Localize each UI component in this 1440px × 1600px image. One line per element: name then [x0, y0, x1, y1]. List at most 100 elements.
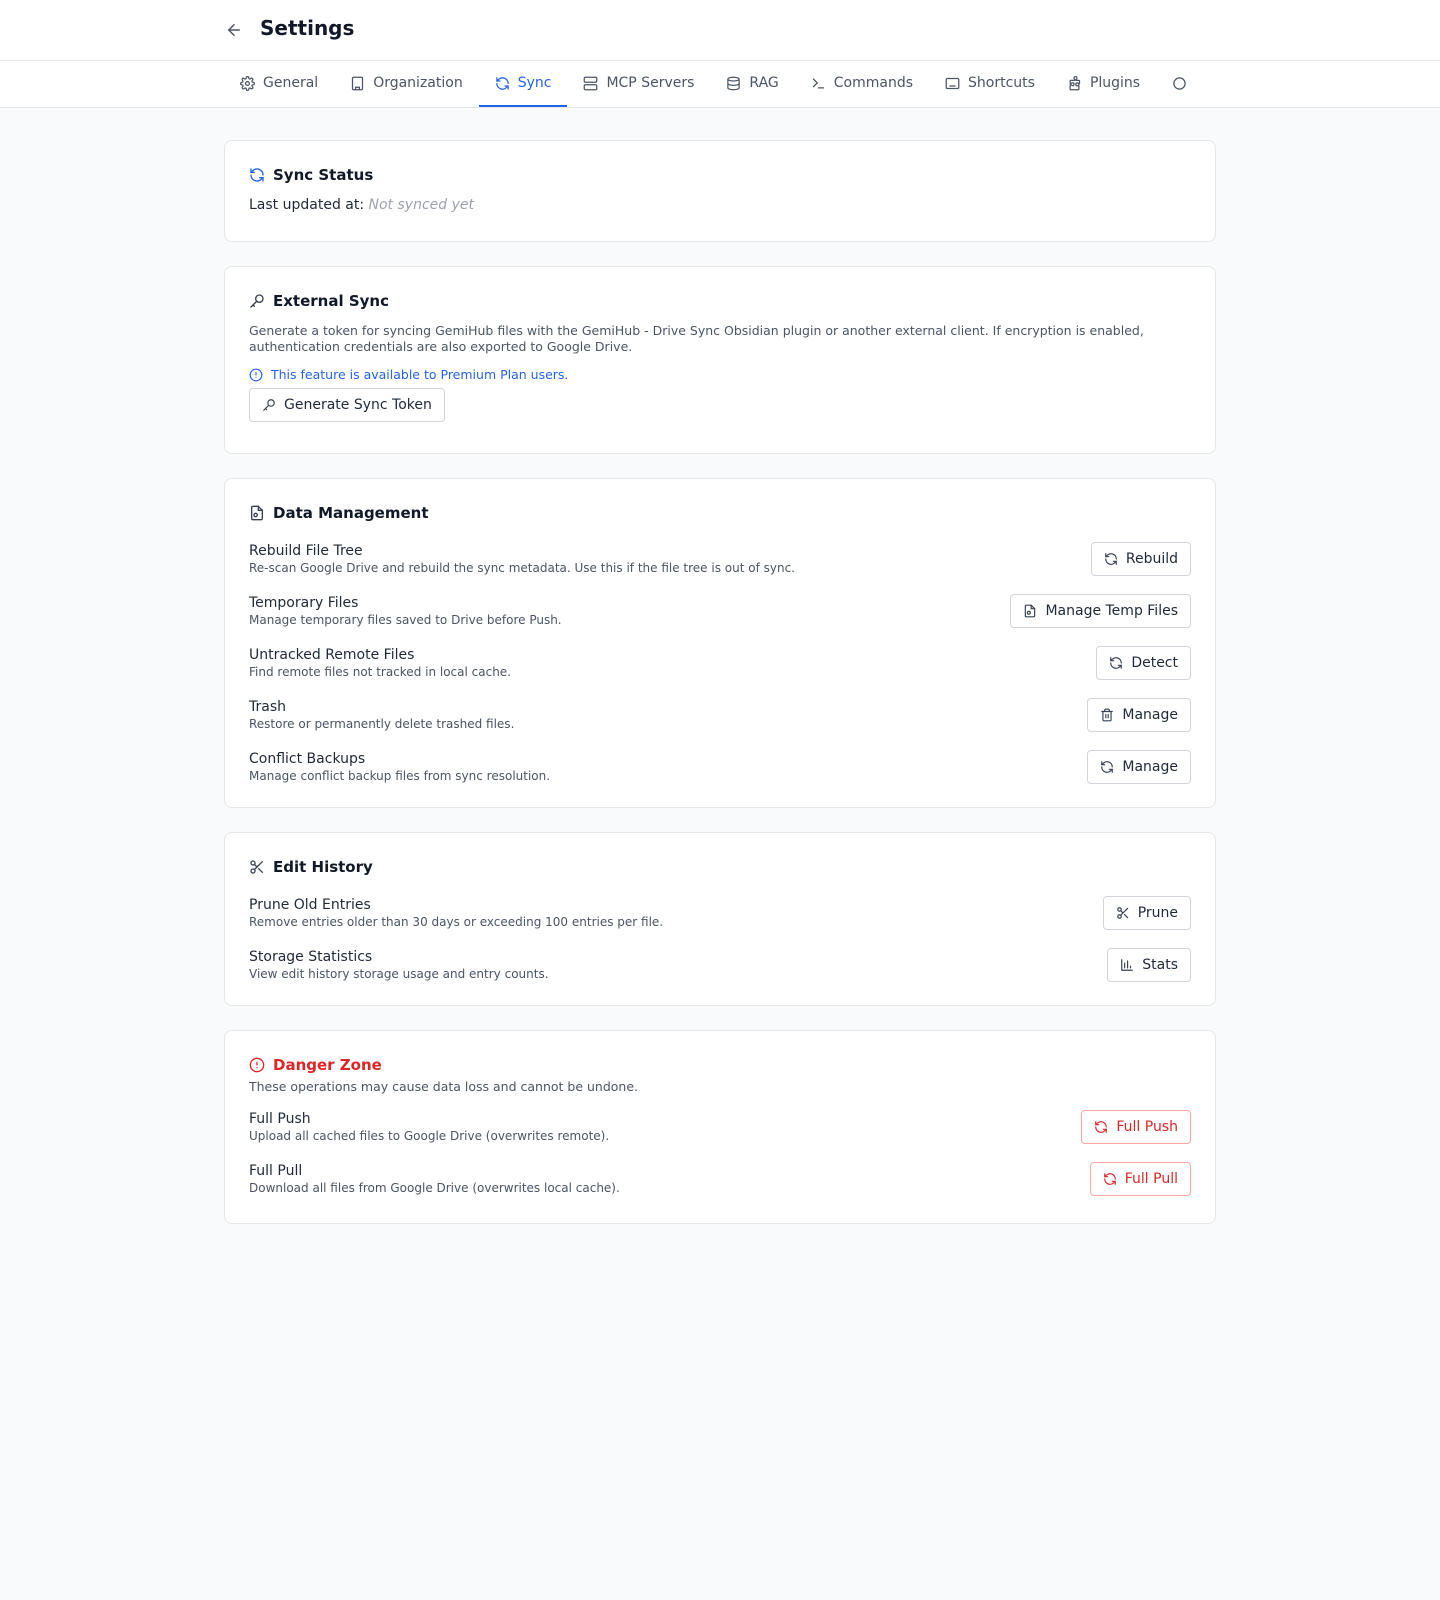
tab-shortcuts[interactable]: Shortcuts	[929, 61, 1051, 107]
page-title: Settings	[260, 16, 355, 40]
danger-zone-title: Danger Zone	[249, 1055, 1191, 1075]
database-icon	[727, 76, 741, 90]
trash-icon	[1101, 708, 1114, 722]
server-icon	[584, 76, 598, 90]
partial-icon	[1173, 76, 1186, 90]
file-icon	[251, 505, 263, 521]
full-pull-button[interactable]: Full Pull	[1089, 1162, 1191, 1196]
row-description: Manage temporary files saved to Drive be…	[249, 613, 562, 627]
manage-conflict-backups-button[interactable]: Manage	[1087, 750, 1191, 784]
card-title-text: Data Management	[273, 504, 429, 522]
row-label: Rebuild File Tree	[249, 543, 363, 559]
external-sync-description: Generate a token for syncing GemiHub fil…	[249, 323, 1144, 354]
button-label: Generate Sync Token	[284, 397, 432, 413]
button-label: Full Push	[1116, 1119, 1178, 1135]
building-icon	[352, 76, 364, 90]
card-title-text: Sync Status	[273, 166, 374, 184]
manage-trash-button[interactable]: Manage	[1087, 698, 1191, 732]
info-icon	[249, 368, 263, 381]
row-description: Re-scan Google Drive and rebuild the syn…	[249, 561, 795, 575]
tab-label: Sync	[517, 75, 552, 91]
card-title-text: External Sync	[273, 292, 389, 310]
detect-button[interactable]: Detect	[1096, 646, 1191, 680]
settings-header: Settings	[0, 0, 1440, 61]
row-untracked-remote-files: Untracked Remote Files Find remote files…	[249, 637, 1191, 689]
row-label: Full Pull	[249, 1163, 303, 1179]
refresh-icon	[250, 168, 264, 182]
tab-rag[interactable]: RAG	[710, 61, 794, 107]
tab-overflow[interactable]	[1156, 61, 1203, 107]
edit-history-title: Edit History	[249, 857, 1191, 877]
last-updated-label: Last updated at:	[249, 197, 365, 213]
back-button[interactable]	[222, 18, 246, 42]
keyboard-icon	[945, 77, 960, 89]
sync-status-card: Sync Status Last updated at: Not synced …	[224, 140, 1216, 242]
alert-circle-icon	[249, 1057, 265, 1073]
row-description: View edit history storage usage and entr…	[249, 967, 549, 981]
manage-temp-files-button[interactable]: Manage Temp Files	[1010, 594, 1191, 628]
bar-chart-icon	[1121, 959, 1134, 971]
refresh-icon	[495, 76, 509, 90]
button-label: Stats	[1142, 957, 1178, 973]
rebuild-button[interactable]: Rebuild	[1090, 542, 1191, 576]
last-updated: Last updated at: Not synced yet	[249, 197, 1191, 213]
settings-tabs: General Organization Sync MCP Servers RA…	[0, 61, 1440, 108]
sync-status-title: Sync Status	[249, 165, 1191, 185]
last-updated-value: Not synced yet	[368, 197, 474, 213]
data-management-card: Data Management Rebuild File Tree Re-sca…	[224, 478, 1216, 808]
stats-button[interactable]: Stats	[1107, 948, 1191, 982]
row-conflict-backups: Conflict Backups Manage conflict backup …	[249, 741, 1191, 793]
refresh-icon	[1103, 1173, 1116, 1185]
row-description: Download all files from Google Drive (ov…	[249, 1181, 620, 1195]
button-label: Manage	[1122, 707, 1178, 723]
row-label: Trash	[249, 699, 286, 715]
button-label: Detect	[1131, 655, 1178, 671]
scissors-icon	[250, 860, 263, 874]
key-icon	[263, 399, 275, 411]
button-label: Rebuild	[1125, 551, 1178, 567]
row-full-pull: Full Pull Download all files from Google…	[249, 1153, 1191, 1205]
external-sync-title: External Sync	[249, 291, 1191, 311]
tab-label: MCP Servers	[606, 75, 695, 91]
row-label: Storage Statistics	[249, 949, 373, 965]
tab-sync[interactable]: Sync	[478, 61, 568, 107]
row-rebuild-file-tree: Rebuild File Tree Re-scan Google Drive a…	[249, 533, 1191, 585]
generate-sync-token-button[interactable]: Generate Sync Token	[249, 388, 445, 422]
row-prune-old-entries: Prune Old Entries Remove entries older t…	[249, 887, 1191, 939]
row-temporary-files: Temporary Files Manage temporary files s…	[249, 585, 1191, 637]
card-title-text: Danger Zone	[273, 1056, 382, 1074]
prune-button[interactable]: Prune	[1102, 896, 1191, 930]
refresh-icon	[1110, 657, 1123, 669]
row-description: Find remote files not tracked in local c…	[249, 665, 512, 679]
edit-history-card: Edit History Prune Old Entries Remove en…	[224, 832, 1216, 1006]
tab-general[interactable]: General	[224, 61, 334, 107]
scissors-icon	[1116, 907, 1128, 919]
key-icon	[250, 294, 264, 308]
row-label: Conflict Backups	[249, 751, 366, 767]
row-trash: Trash Restore or permanently delete tras…	[249, 689, 1191, 741]
external-sync-card: External Sync Generate a token for synci…	[224, 266, 1216, 454]
button-label: Prune	[1137, 905, 1178, 921]
button-label: Full Pull	[1124, 1171, 1178, 1187]
tab-label: RAG	[749, 75, 779, 91]
row-description: Manage conflict backup files from sync r…	[249, 769, 551, 783]
tab-mcp-servers[interactable]: MCP Servers	[567, 61, 710, 107]
row-description: Remove entries older than 30 days or exc…	[249, 915, 664, 929]
refresh-icon	[1095, 1121, 1108, 1133]
tab-organization[interactable]: Organization	[334, 61, 479, 107]
tab-label: Commands	[833, 75, 913, 91]
tab-label: General	[263, 75, 319, 91]
tab-commands[interactable]: Commands	[795, 61, 929, 107]
file-icon	[1025, 604, 1036, 618]
row-label: Untracked Remote Files	[249, 647, 415, 663]
premium-note: This feature is available to Premium Pla…	[249, 367, 1191, 382]
tab-label: Organization	[373, 75, 463, 91]
tab-label: Plugins	[1089, 75, 1141, 91]
premium-note-text: This feature is available to Premium Pla…	[271, 367, 569, 382]
arrow-left-icon	[228, 24, 240, 36]
button-label: Manage	[1122, 759, 1178, 775]
tab-plugins[interactable]: Plugins	[1051, 61, 1156, 107]
refresh-icon	[1105, 553, 1117, 565]
full-push-button[interactable]: Full Push	[1081, 1110, 1191, 1144]
row-full-push: Full Push Upload all cached files to Goo…	[249, 1101, 1191, 1153]
